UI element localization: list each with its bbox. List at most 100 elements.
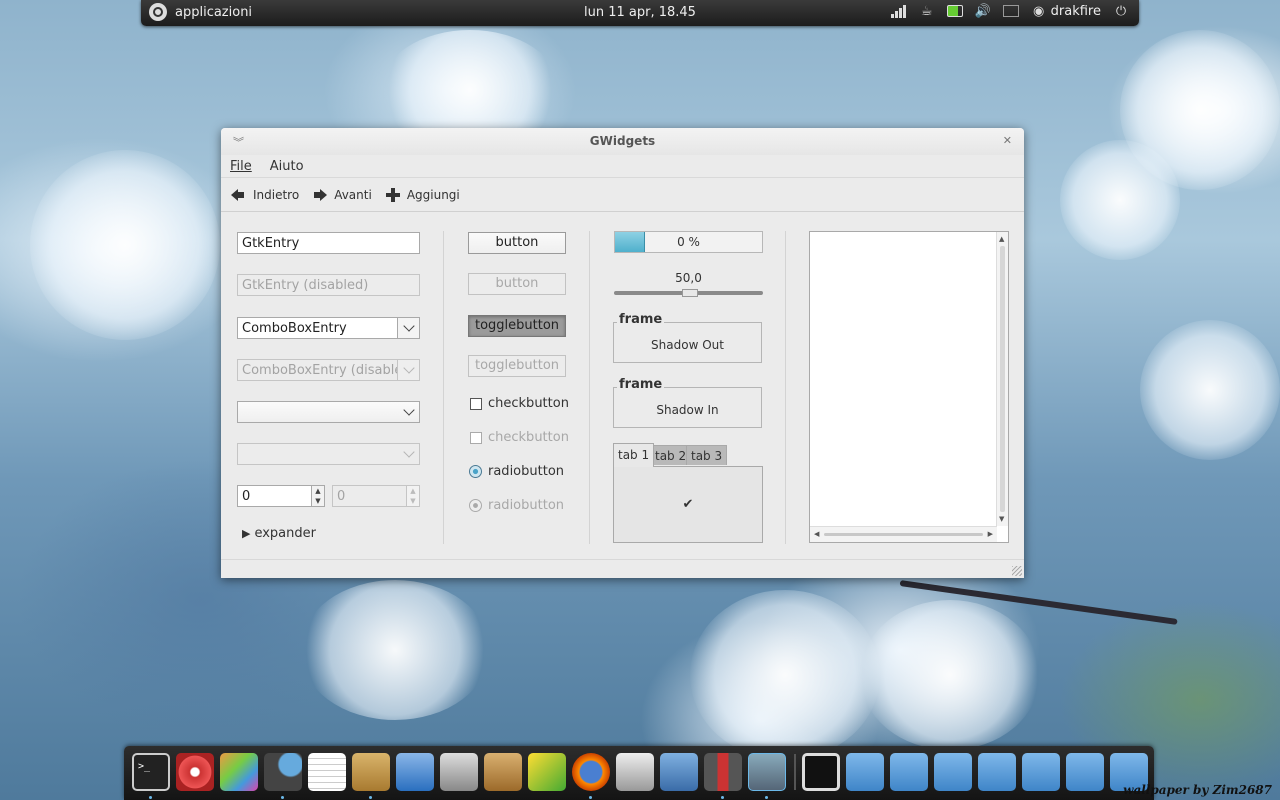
top-panel: applicazioni lun 11 apr, 18.45 ☕ 🔊 ◉ dra…	[141, 0, 1139, 26]
combo-box-disabled	[237, 443, 420, 465]
menu-bar: File Aiuto	[221, 155, 1024, 177]
title-bar[interactable]: ︾ GWidgets ✕	[221, 128, 1024, 155]
menu-help[interactable]: Aiuto	[270, 159, 304, 174]
spin-arrows-disabled: ▲ ▼	[406, 485, 420, 507]
forward-button[interactable]: Avanti	[313, 188, 372, 202]
radio-icon	[469, 465, 482, 478]
close-icon[interactable]: ✕	[1003, 134, 1012, 147]
combo-dropdown-button-disabled	[397, 360, 419, 380]
combo-box-entry-disabled-value: ComboBoxEntry (disabled)	[242, 363, 416, 378]
back-label: Indietro	[253, 187, 300, 202]
toolbar: Indietro Avanti Aggiungi	[221, 177, 1024, 212]
scroll-left-icon[interactable]: ◀	[814, 530, 819, 538]
firefox-icon[interactable]	[572, 753, 610, 791]
tab-2[interactable]: tab 2	[650, 445, 692, 465]
menu-file[interactable]: File	[230, 159, 252, 174]
gwidgets-app-icon[interactable]	[748, 753, 786, 791]
running-indicator	[721, 796, 724, 799]
music-folder-icon[interactable]	[934, 753, 972, 791]
vertical-scroll-thumb[interactable]	[1000, 246, 1005, 512]
scroll-up-icon[interactable]: ▲	[999, 235, 1004, 243]
add-button[interactable]: Aggiungi	[385, 187, 460, 202]
expander-triangle-icon: ▶	[242, 527, 251, 540]
arrow-right-icon	[314, 188, 328, 201]
text-entry[interactable]: GtkEntry	[237, 232, 420, 254]
resize-grip-icon[interactable]	[1012, 566, 1022, 576]
chevron-down-icon	[402, 404, 415, 416]
add-label: Aggiungi	[406, 187, 460, 202]
horizontal-scroll-thumb[interactable]	[824, 533, 983, 536]
expander[interactable]: ▶ expander	[242, 526, 316, 541]
push-button[interactable]: button	[468, 232, 566, 254]
inkscape-icon[interactable]	[352, 753, 390, 791]
push-button-disabled: button	[468, 273, 566, 295]
office-icon[interactable]	[396, 753, 434, 791]
wallpaper-credit: wallpaper by Zim2687	[1123, 783, 1272, 797]
combo-box-arrow-disabled	[397, 443, 420, 465]
user-accounts-icon[interactable]	[704, 753, 742, 791]
progress-text: 0 %	[677, 235, 700, 249]
battery-icon[interactable]	[946, 3, 963, 19]
toggle-button-disabled: togglebutton	[468, 355, 566, 377]
scale-slider[interactable]	[614, 289, 763, 297]
combo-box[interactable]	[237, 401, 420, 423]
expander-label: expander	[254, 526, 316, 541]
package-installer-icon[interactable]	[484, 753, 522, 791]
back-button[interactable]: Indietro	[231, 188, 299, 202]
scale-thumb[interactable]	[681, 289, 698, 297]
scroll-right-icon[interactable]: ▶	[988, 530, 993, 538]
radio-button-label: radiobutton	[488, 464, 565, 479]
power-icon[interactable]: ⏻	[1113, 3, 1129, 19]
videos-folder-icon[interactable]	[1066, 753, 1104, 791]
toggle-button[interactable]: togglebutton	[468, 315, 566, 337]
check-button-label: checkbutton	[488, 396, 569, 411]
settings-tools-icon[interactable]	[660, 753, 698, 791]
home-folder-icon[interactable]	[890, 753, 928, 791]
column-separator	[443, 231, 444, 544]
horizontal-scrollbar[interactable]: ◀ ▶	[810, 526, 997, 542]
running-indicator	[369, 796, 372, 799]
user-menu[interactable]: ◉ drakfire	[1031, 3, 1101, 19]
tab-3[interactable]: tab 3	[686, 445, 728, 465]
xchat-icon[interactable]	[528, 753, 566, 791]
plus-icon	[385, 187, 400, 202]
paint-icon[interactable]	[220, 753, 258, 791]
running-indicator	[281, 796, 284, 799]
transmission-icon[interactable]	[440, 753, 478, 791]
running-indicator	[765, 796, 768, 799]
volume-icon[interactable]: 🔊	[975, 3, 991, 19]
documents-folder-icon[interactable]	[846, 753, 884, 791]
running-indicator	[589, 796, 592, 799]
scrolled-text-view[interactable]: ▲ ▼ ◀ ▶	[809, 231, 1009, 543]
spin-arrows[interactable]: ▲ ▼	[311, 485, 325, 507]
coffee-icon[interactable]: ☕	[919, 3, 935, 19]
text-editor-icon[interactable]	[308, 753, 346, 791]
tab-content: ✔	[613, 466, 763, 543]
chevron-down-icon	[402, 362, 415, 374]
radio-button-disabled-label: radiobutton	[488, 498, 565, 513]
scroll-down-icon[interactable]: ▼	[999, 515, 1004, 523]
column-separator	[589, 231, 590, 544]
file-cabinet-icon[interactable]	[616, 753, 654, 791]
public-folder-icon[interactable]	[978, 753, 1016, 791]
checkbox-icon	[470, 431, 482, 444]
combo-dropdown-button[interactable]	[397, 317, 420, 339]
terminal-icon[interactable]: >_	[132, 753, 170, 791]
tab-1[interactable]: tab 1	[613, 443, 655, 467]
clock-app-icon[interactable]	[264, 753, 302, 791]
signal-icon[interactable]	[891, 3, 907, 19]
frame-body: Shadow Out	[651, 338, 724, 352]
progress-bar: 0 %	[614, 231, 763, 253]
status-bar	[221, 559, 1024, 578]
mail-icon[interactable]	[1002, 3, 1019, 19]
spin-button[interactable]: 0 ▲ ▼	[237, 485, 325, 507]
check-button[interactable]: checkbutton	[470, 396, 569, 411]
vertical-scrollbar[interactable]: ▲ ▼	[996, 232, 1008, 526]
desktop-icon[interactable]	[802, 753, 840, 791]
music-player-icon[interactable]	[176, 753, 214, 791]
pictures-folder-icon[interactable]	[1022, 753, 1060, 791]
column-separator	[785, 231, 786, 544]
combo-box-entry[interactable]: ComboBoxEntry	[237, 317, 420, 339]
radio-button[interactable]: radiobutton	[469, 464, 564, 479]
window-title: GWidgets	[589, 134, 656, 148]
